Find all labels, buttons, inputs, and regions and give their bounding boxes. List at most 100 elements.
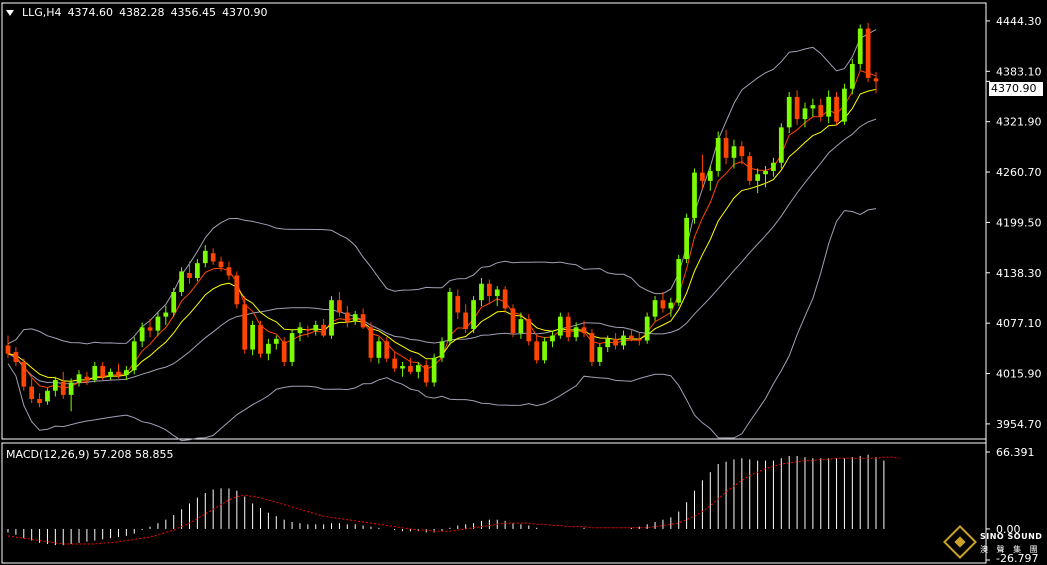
candle-body: [321, 324, 327, 336]
open-value: 4374.60: [67, 6, 114, 19]
candle: [557, 312, 563, 339]
candle-body: [502, 289, 508, 309]
candle-body: [305, 329, 311, 331]
price-tick-label: 3954.70: [996, 418, 1042, 431]
candle: [52, 376, 58, 397]
candle: [747, 152, 753, 185]
candle-body: [84, 376, 90, 381]
candle: [171, 287, 177, 317]
candle-body: [755, 174, 761, 181]
candle-body: [108, 371, 113, 377]
logo-chinese-name: 澳 聲 集 團: [980, 545, 1041, 554]
price-tick-label: 4138.30: [996, 267, 1042, 280]
candle-body: [123, 370, 129, 376]
candle: [305, 325, 311, 338]
candle-body: [660, 300, 666, 309]
candle: [29, 378, 35, 404]
candle-body: [376, 341, 382, 358]
candle-body: [463, 312, 469, 329]
candle: [360, 308, 366, 329]
candle-body: [392, 358, 398, 369]
lower-band-line: [7, 208, 877, 442]
candle: [289, 329, 295, 367]
candle-body: [281, 341, 287, 362]
candle: [794, 90, 800, 125]
candle: [195, 259, 200, 282]
candle-body: [731, 146, 737, 158]
candle-body: [163, 312, 169, 317]
candle: [534, 335, 540, 364]
candle: [684, 213, 689, 264]
candle-body: [171, 291, 177, 313]
candle-body: [794, 96, 800, 120]
candle-body: [100, 366, 106, 377]
candle-body: [218, 261, 224, 268]
candle-body: [802, 108, 808, 120]
candle-body: [423, 365, 429, 383]
candle-body: [455, 296, 461, 313]
candle-body: [518, 319, 524, 334]
dropdown-triangle-icon[interactable]: [6, 9, 14, 16]
price-tick-label: 4260.70: [996, 166, 1042, 179]
candle-body: [329, 300, 334, 336]
candle-body: [155, 316, 161, 331]
candle-body: [494, 289, 500, 297]
candle: [139, 322, 145, 348]
candle: [337, 291, 342, 317]
candle: [471, 296, 476, 334]
candle-body: [289, 333, 295, 362]
macd-histogram: [7, 454, 900, 546]
candle-body: [771, 162, 776, 171]
candle: [621, 330, 626, 350]
candle-body: [131, 341, 137, 371]
candle: [818, 98, 824, 122]
candle-body: [668, 302, 674, 309]
candle: [187, 261, 192, 284]
candle-body: [76, 374, 82, 383]
low-value: 4356.45: [170, 6, 217, 19]
candle-body: [644, 316, 650, 341]
candle: [131, 337, 137, 375]
candle: [179, 267, 184, 297]
candle: [202, 245, 208, 268]
candle-body: [415, 365, 421, 372]
candle-body: [13, 352, 19, 362]
candle-body: [266, 343, 271, 354]
candle-body: [636, 338, 642, 341]
candle-body: [447, 291, 453, 342]
candle: [45, 388, 50, 405]
candle-body: [68, 382, 74, 395]
candle-body: [202, 250, 208, 264]
candle: [368, 322, 374, 362]
chart-header: LLG,H4 4374.60 4382.28 4356.45 4370.90: [6, 6, 268, 19]
candle-body: [834, 96, 839, 122]
candle-body: [313, 324, 319, 331]
price-tick-label: 4199.50: [996, 216, 1042, 229]
candle-body: [360, 314, 366, 328]
candle: [13, 347, 19, 367]
candle: [739, 141, 745, 165]
candle: [250, 320, 255, 356]
candle: [597, 343, 603, 367]
candle-body: [715, 138, 721, 171]
macd-panel-border: [1, 442, 987, 564]
candle-body: [52, 380, 58, 391]
candle-body: [510, 308, 516, 334]
price-tick-label: 4321.90: [996, 116, 1042, 129]
candle: [550, 330, 555, 348]
candle: [439, 337, 445, 362]
candle: [155, 312, 161, 336]
candle-body: [408, 366, 413, 372]
candle: [494, 286, 500, 306]
candle: [297, 322, 303, 342]
candle: [660, 291, 666, 313]
symbol-label: LLG,H4: [22, 6, 62, 19]
candle: [644, 312, 650, 344]
candle: [210, 248, 216, 265]
candle-body: [45, 390, 50, 402]
candle-body: [37, 398, 42, 404]
candle-body: [486, 283, 492, 297]
candle: [313, 320, 319, 336]
candle-body: [826, 96, 832, 117]
candle-body: [297, 327, 303, 334]
